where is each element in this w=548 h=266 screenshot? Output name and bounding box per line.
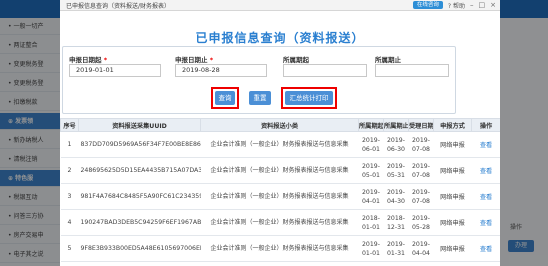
uuid-cell: 981F4A7684C8485F5A90FC61C2343599: [78, 183, 201, 210]
accept-date-cell: 2019-07-08: [408, 131, 434, 158]
table-row: 2 248695625D5D15EA4435B715A07DA3AE 企业会计准则（…: [60, 157, 500, 184]
table-clip: 序号 资料报送采集UUID 资料报送小类 所属期起 所属期止 受理日期 申报方式…: [60, 0, 500, 266]
header-accept-date: 受理日期: [408, 118, 434, 132]
period-start-cell: 2019-04-01: [358, 183, 384, 210]
row-number: 1: [60, 131, 79, 158]
accept-date-cell: 2019-05-28: [408, 209, 434, 236]
view-link[interactable]: 查看: [471, 131, 500, 158]
table-header-row: 序号 资料报送采集UUID 资料报送小类 所属期起 所属期止 受理日期 申报方式…: [60, 118, 500, 132]
method-cell: 网络申报: [433, 157, 472, 184]
period-end-cell: 2018-12-31: [383, 209, 409, 236]
accept-date-cell: 2019-04-04: [408, 235, 434, 262]
period-end-cell: 2019-06-30: [383, 131, 409, 158]
uuid-cell: 190247BAD3DEB5C94259F6EF1967ABD0: [78, 209, 201, 236]
view-link[interactable]: 查看: [471, 209, 500, 236]
period-end-cell: 2019-04-30: [383, 183, 409, 210]
method-cell: 网络申报: [433, 209, 472, 236]
uuid-cell: 248695625D5D15EA4435B715A07DA3AE: [78, 157, 201, 184]
period-end-cell: 2019-05-31: [383, 157, 409, 184]
header-subtype: 资料报送小类: [200, 118, 359, 132]
period-start-cell: 2018-01-01: [358, 209, 384, 236]
period-start-cell: 2019-01-01: [358, 235, 384, 262]
header-uuid: 资料报送采集UUID: [78, 118, 201, 132]
view-link[interactable]: 查看: [471, 183, 500, 210]
method-cell: 网络申报: [433, 235, 472, 262]
header-period-start: 所属期起: [358, 118, 384, 132]
subtype-cell: 企业会计准则（一般企业）财务报表报送与信息采集: [200, 235, 359, 262]
subtype-cell: 企业会计准则（一般企业）财务报表报送与信息采集: [200, 183, 359, 210]
row-number: 3: [60, 183, 79, 210]
header-period-end: 所属期止: [383, 118, 409, 132]
header-no: 序号: [60, 118, 79, 132]
table-row: 3 981F4A7684C8485F5A90FC61C2343599 企业会计准则（…: [60, 183, 500, 210]
uuid-cell: 837DD709D5969A56F34F7E00BE8E864B: [78, 131, 201, 158]
accept-date-cell: 2019-07-08: [408, 183, 434, 210]
table-row: 5 9F8E3B933B00ED5A48E6105697006EF3 企业会计准则（…: [60, 235, 500, 262]
subtype-cell: 企业会计准则（一般企业）财务报表报送与信息采集: [200, 131, 359, 158]
method-cell: 网络申报: [433, 183, 472, 210]
uuid-cell: 9F8E3B933B00ED5A48E6105697006EF3: [78, 235, 201, 262]
row-number: 4: [60, 209, 79, 236]
table-row: 4 190247BAD3DEB5C94259F6EF1967ABD0 企业会计准则（…: [60, 209, 500, 236]
row-number: 2: [60, 157, 79, 184]
accept-date-cell: 2019-07-08: [408, 157, 434, 184]
period-end-cell: 2019-01-31: [383, 235, 409, 262]
header-operation: 操作: [471, 118, 500, 132]
period-start-cell: 2019-06-01: [358, 131, 384, 158]
header-method: 申报方式: [433, 118, 472, 132]
subtype-cell: 企业会计准则（一般企业）财务报表报送与信息采集: [200, 157, 359, 184]
subtype-cell: 企业会计准则（一般企业）财务报表报送与信息采集: [200, 209, 359, 236]
row-number: 5: [60, 235, 79, 262]
result-table: 序号 资料报送采集UUID 资料报送小类 所属期起 所属期止 受理日期 申报方式…: [60, 118, 500, 262]
table-row: 1 837DD709D5969A56F34F7E00BE8E864B 企业会计准则（…: [60, 131, 500, 158]
period-start-cell: 2019-05-01: [358, 157, 384, 184]
method-cell: 网络申报: [433, 131, 472, 158]
view-link[interactable]: 查看: [471, 235, 500, 262]
view-link[interactable]: 查看: [471, 157, 500, 184]
